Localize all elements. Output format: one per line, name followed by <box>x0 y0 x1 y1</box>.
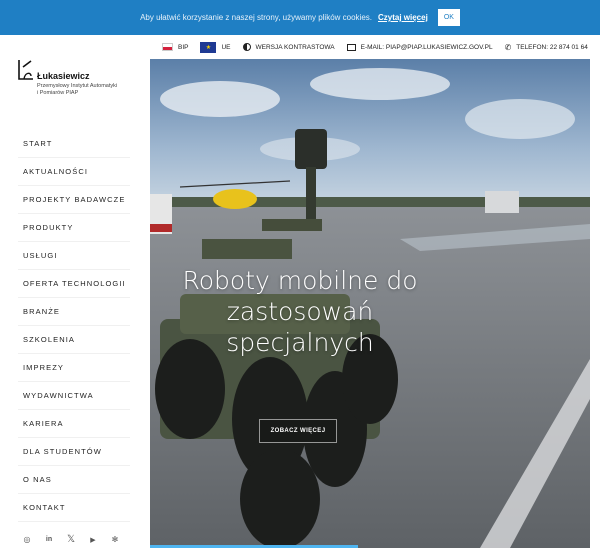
mail-icon <box>346 43 356 51</box>
contrast-toggle[interactable]: WERSJA KONTRASTOWA <box>242 43 335 51</box>
phone-icon: ✆ <box>504 42 512 52</box>
hero-title: Roboty mobilne do zastosowań specjalnych <box>150 265 450 358</box>
logo-subtitle-line1: Przemysłowy Instytut Automatyki <box>37 83 118 89</box>
slider-progress-bar <box>150 545 358 548</box>
cookie-read-more-link[interactable]: Czytaj więcej <box>378 13 428 22</box>
nav-item-wydawnictwa[interactable]: WYDAWNICTWA <box>18 382 130 410</box>
linkedin-icon[interactable]: in <box>44 536 54 543</box>
x-icon[interactable]: 𝕏 <box>66 534 76 545</box>
nav-item-uslugi[interactable]: USŁUGI <box>18 242 130 270</box>
ue-link[interactable]: ★ UE <box>200 41 231 53</box>
nav-item-oferta-technologii[interactable]: OFERTA TECHNOLOGII <box>18 270 130 298</box>
cookie-ok-button[interactable]: OK <box>437 9 460 26</box>
phone-label: TELEFON: 22 874 01 64 <box>516 43 588 51</box>
nav-item-start[interactable]: START <box>18 130 130 158</box>
logo[interactable]: Łukasiewicz Przemysłowy Instytut Automat… <box>17 59 142 109</box>
lukasiewicz-logo-icon <box>18 60 33 80</box>
nav-item-produkty[interactable]: PRODUKTY <box>18 214 130 242</box>
nav-item-o-nas[interactable]: O NAS <box>18 466 130 494</box>
contrast-icon <box>242 43 251 51</box>
social-links: ◎ in 𝕏 ▶ ✻ <box>22 534 120 545</box>
other-social-icon[interactable]: ✻ <box>110 535 120 544</box>
bip-link[interactable]: BIP <box>162 43 188 51</box>
nav-item-imprezy[interactable]: IMPREZY <box>18 354 130 382</box>
nav-item-dla-studentow[interactable]: DLA STUDENTÓW <box>18 438 130 466</box>
utility-bar: BIP ★ UE WERSJA KONTRASTOWA E-MAIL: PIAP… <box>150 35 600 59</box>
nav-item-aktualnosci[interactable]: AKTUALNOŚCI <box>18 158 130 186</box>
sidebar: Łukasiewicz Przemysłowy Instytut Automat… <box>0 35 150 560</box>
nav-item-projekty-badawcze[interactable]: PROJEKTY BADAWCZE <box>18 186 130 214</box>
poland-flag-icon <box>162 43 173 51</box>
nav-item-branze[interactable]: BRANŻE <box>18 298 130 326</box>
main-nav: START AKTUALNOŚCI PROJEKTY BADAWCZE PROD… <box>18 130 130 522</box>
hero-title-line2: zastosowań specjalnych <box>226 297 374 357</box>
contrast-label: WERSJA KONTRASTOWA <box>255 43 335 51</box>
ue-label: UE <box>221 43 231 51</box>
nav-item-szkolenia[interactable]: SZKOLENIA <box>18 326 130 354</box>
logo-name: Łukasiewicz <box>37 71 90 81</box>
hero-title-line1: Roboty mobilne do <box>182 266 418 295</box>
youtube-icon[interactable]: ▶ <box>88 536 98 544</box>
bip-label: BIP <box>178 43 189 51</box>
logo-subtitle-line2: i Pomiarów PIAP <box>37 90 79 96</box>
logo-subtitle: Przemysłowy Instytut Automatyki i Pomiar… <box>37 83 142 97</box>
cookie-text: Aby ułatwić korzystanie z naszej strony,… <box>140 13 372 22</box>
email-link[interactable]: E-MAIL: PIAP@PIAP.LUKASIEWICZ.GOV.PL <box>346 43 493 51</box>
nav-item-kontakt[interactable]: KONTAKT <box>18 494 130 522</box>
nav-item-kariera[interactable]: KARIERA <box>18 410 130 438</box>
cookie-bar: Aby ułatwić korzystanie z naszej strony,… <box>0 0 600 35</box>
hero-slider: Roboty mobilne do zastosowań specjalnych… <box>150 59 590 548</box>
email-label: E-MAIL: PIAP@PIAP.LUKASIEWICZ.GOV.PL <box>360 43 493 51</box>
see-more-button[interactable]: ZOBACZ WIĘCEJ <box>259 419 337 443</box>
instagram-icon[interactable]: ◎ <box>22 535 32 544</box>
phone-link[interactable]: ✆ TELEFON: 22 874 01 64 <box>505 43 588 52</box>
eu-flag-icon: ★ <box>200 41 217 53</box>
